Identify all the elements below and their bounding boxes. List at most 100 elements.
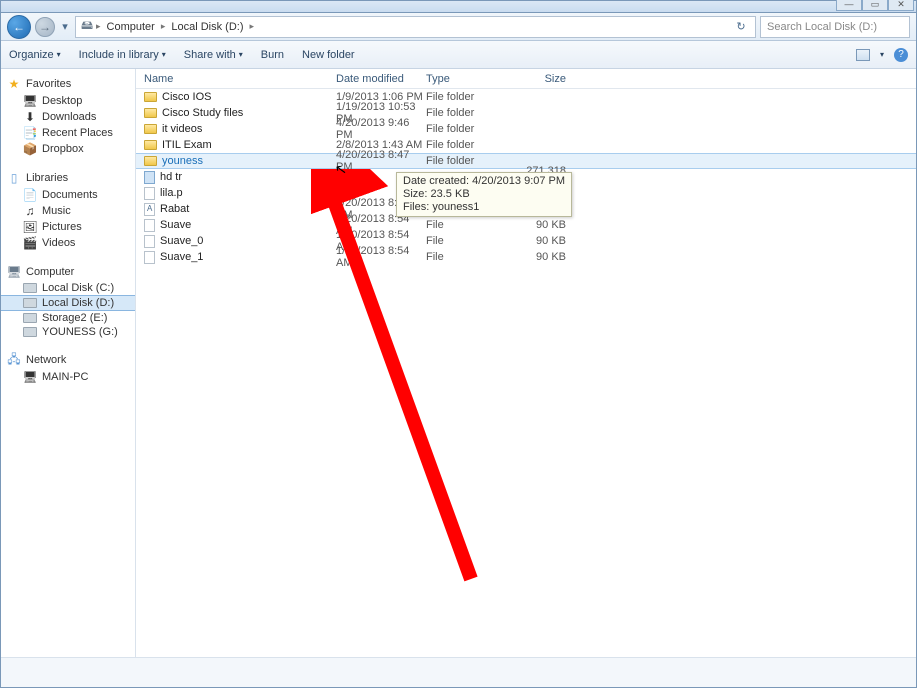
file-name: Rabat [160, 203, 189, 215]
disk-icon [23, 327, 37, 337]
new-folder-button[interactable]: New folder [302, 49, 355, 61]
network-icon: 🖧 [7, 353, 21, 367]
file-name: Suave_1 [160, 251, 203, 263]
column-header-date[interactable]: Date modified [336, 73, 426, 85]
column-header-type[interactable]: Type [426, 73, 516, 85]
file-type: File folder [426, 91, 516, 103]
folder-icon [144, 156, 157, 166]
view-dropdown[interactable]: ▾ [880, 50, 884, 59]
star-icon: ★ [7, 77, 21, 91]
file-type: File [426, 251, 516, 263]
file-icon [144, 187, 155, 200]
disk-icon [23, 283, 37, 293]
help-button[interactable]: ? [894, 48, 908, 62]
tooltip-size: Size: 23.5 KB [403, 188, 565, 201]
sidebar-item-dropbox[interactable]: 📦Dropbox [1, 141, 135, 157]
history-dropdown[interactable]: ▾ [59, 20, 71, 33]
videos-icon: 🎬 [23, 236, 37, 250]
file-name: it videos [162, 123, 202, 135]
file-name: ITIL Exam [162, 139, 212, 151]
tooltip-files: Files: youness1 [403, 201, 565, 214]
file-type: File [426, 235, 516, 247]
organize-menu[interactable]: Organize▾ [9, 49, 61, 61]
sidebar-item-desktop[interactable]: 🖥Desktop [1, 93, 135, 109]
file-type: File folder [426, 123, 516, 135]
refresh-button[interactable]: ↻ [731, 20, 751, 33]
sidebar-favorites[interactable]: ★Favorites [1, 75, 135, 93]
drive-icon: 🖴 [80, 20, 94, 34]
sidebar-network[interactable]: 🖧Network [1, 351, 135, 369]
burn-button[interactable]: Burn [261, 49, 284, 61]
folder-icon [144, 140, 157, 150]
view-options-button[interactable] [856, 49, 870, 61]
breadcrumb[interactable]: 🖴 ▸ Computer ▸ Local Disk (D:) ▸ ↻ [75, 16, 756, 38]
sidebar-item-disk-c[interactable]: Local Disk (C:) [1, 281, 135, 295]
recent-icon: 📑 [23, 126, 37, 140]
file-name: Cisco IOS [162, 91, 212, 103]
file-name: Suave_0 [160, 235, 203, 247]
maximize-button[interactable]: ▭ [862, 0, 888, 11]
tooltip: Date created: 4/20/2013 9:07 PM Size: 23… [396, 172, 572, 217]
breadcrumb-sep: ▸ [249, 21, 254, 32]
music-icon: ♫ [23, 204, 37, 218]
disk-icon [23, 298, 37, 308]
video-icon [144, 171, 155, 184]
file-name: lila.p [160, 187, 183, 199]
column-header-name[interactable]: Name [136, 73, 336, 85]
file-row[interactable]: it videos4/20/2013 9:46 PMFile folder [136, 121, 916, 137]
file-row[interactable]: Cisco Study files1/19/2013 10:53 PMFile … [136, 105, 916, 121]
sidebar-item-mainpc[interactable]: 🖥MAIN-PC [1, 369, 135, 385]
forward-button[interactable]: → [35, 17, 55, 37]
address-bar: ← → ▾ 🖴 ▸ Computer ▸ Local Disk (D:) ▸ ↻… [1, 13, 916, 41]
search-placeholder: Search Local Disk (D:) [767, 21, 877, 33]
breadcrumb-drive[interactable]: Local Disk (D:) [167, 21, 247, 33]
file-size: 90 KB [516, 235, 576, 247]
back-button[interactable]: ← [7, 15, 31, 39]
sidebar-libraries[interactable]: ▯Libraries [1, 169, 135, 187]
sidebar-item-disk-e[interactable]: Storage2 (E:) [1, 311, 135, 325]
file-row[interactable]: Suave1/20/2013 8:54 AMFile90 KB [136, 217, 916, 233]
close-button[interactable]: ✕ [888, 0, 914, 11]
libraries-icon: ▯ [7, 171, 21, 185]
minimize-button[interactable]: — [836, 0, 862, 11]
folder-icon [144, 92, 157, 102]
toolbar: Organize▾ Include in library▾ Share with… [1, 41, 916, 69]
column-header-size[interactable]: Size [516, 73, 576, 85]
sidebar-item-music[interactable]: ♫Music [1, 203, 135, 219]
sidebar-item-downloads[interactable]: ⬇Downloads [1, 109, 135, 125]
sidebar-item-disk-d[interactable]: Local Disk (D:) [1, 295, 135, 311]
file-row[interactable]: Suave_01/20/2013 8:54 AMFile90 KB [136, 233, 916, 249]
sidebar-item-recent[interactable]: 📑Recent Places [1, 125, 135, 141]
pictures-icon: 🖼 [23, 220, 37, 234]
disk-icon [23, 313, 37, 323]
file-row[interactable]: Cisco IOS1/9/2013 1:06 PMFile folder [136, 89, 916, 105]
folder-icon [144, 124, 157, 134]
breadcrumb-computer[interactable]: Computer [103, 21, 159, 33]
file-name: Cisco Study files [162, 107, 243, 119]
sidebar-item-documents[interactable]: 📄Documents [1, 187, 135, 203]
sidebar-item-videos[interactable]: 🎬Videos [1, 235, 135, 251]
file-date: 1/20/2013 8:54 AM [336, 245, 426, 269]
font-icon [144, 203, 155, 216]
file-list: Name Date modified Type Size Cisco IOS1/… [136, 69, 916, 657]
search-input[interactable]: Search Local Disk (D:) [760, 16, 910, 38]
breadcrumb-sep: ▸ [96, 21, 101, 32]
breadcrumb-sep: ▸ [161, 21, 166, 32]
sidebar-computer[interactable]: 🖥Computer [1, 263, 135, 281]
file-name: youness [162, 155, 203, 167]
share-with-menu[interactable]: Share with▾ [184, 49, 243, 61]
file-date: 4/20/2013 8:47 PM [336, 149, 426, 173]
file-type: File folder [426, 155, 516, 167]
file-date: 4/20/2013 9:46 PM [336, 117, 426, 141]
pc-icon: 🖥 [23, 370, 37, 384]
include-library-menu[interactable]: Include in library▾ [79, 49, 166, 61]
file-size: 90 KB [516, 251, 576, 263]
file-row[interactable]: ITIL Exam2/8/2013 1:43 AMFile folder [136, 137, 916, 153]
downloads-icon: ⬇ [23, 110, 37, 124]
file-row[interactable]: Suave_11/20/2013 8:54 AMFile90 KB [136, 249, 916, 265]
sidebar-item-disk-g[interactable]: YOUNESS (G:) [1, 325, 135, 339]
desktop-icon: 🖥 [23, 94, 37, 108]
sidebar-item-pictures[interactable]: 🖼Pictures [1, 219, 135, 235]
computer-icon: 🖥 [7, 265, 21, 279]
documents-icon: 📄 [23, 188, 37, 202]
